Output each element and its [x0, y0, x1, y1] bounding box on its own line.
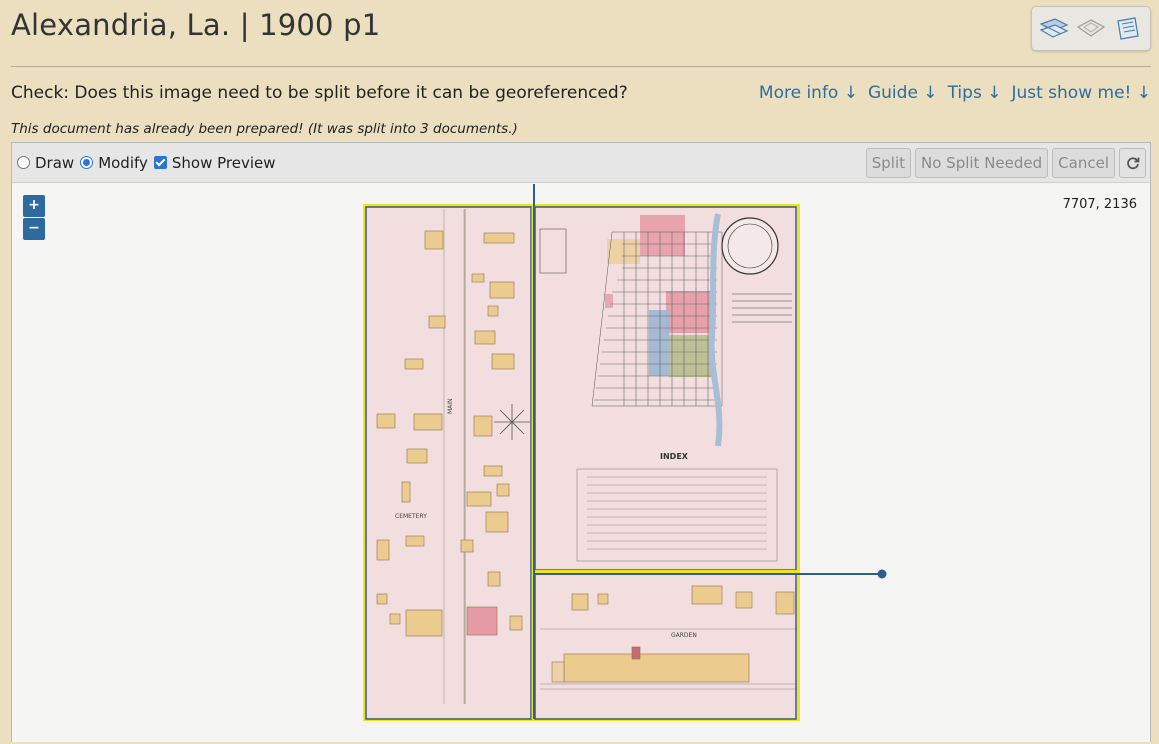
tips-link[interactable]: Tips ↓ [948, 83, 1002, 103]
index-title: INDEX [660, 452, 689, 461]
split-actions: Split No Split Needed Cancel [865, 148, 1146, 178]
map-canvas: MAIN CEMETERY INDEX GARDEN [363, 184, 887, 721]
guide-link[interactable]: Guide ↓ [868, 83, 938, 103]
garden-street-label: GARDEN [671, 632, 697, 639]
cancel-button[interactable]: Cancel [1052, 148, 1115, 178]
page-title: Alexandria, La. | 1900 p1 [11, 8, 381, 42]
modify-option[interactable]: Modify [80, 154, 148, 172]
show-preview-label: Show Preview [171, 153, 276, 172]
just-show-me-link[interactable]: Just show me! ↓ [1011, 83, 1151, 103]
split-line-vertex[interactable] [877, 569, 887, 579]
draw-label: Draw [35, 153, 75, 172]
show-preview-option[interactable]: Show Preview [153, 153, 276, 172]
split-button[interactable]: Split [865, 148, 912, 178]
cemetery-label: CEMETERY [395, 513, 427, 520]
more-info-link[interactable]: More info ↓ [759, 83, 858, 103]
view-mode-toolbar [1031, 6, 1151, 51]
map-viewer[interactable]: + − 7707, 2136 MAIN CEMETERY INDEX GARDE… [12, 184, 1150, 742]
refresh-button[interactable] [1119, 148, 1146, 178]
split-panel: Draw Modify Show Preview Split No Split … [11, 142, 1151, 742]
modify-label: Modify [98, 153, 148, 172]
draw-option[interactable]: Draw [17, 154, 74, 172]
help-links: More info ↓ Guide ↓ Tips ↓ Just show me!… [759, 83, 1151, 103]
mosaic-icon[interactable] [1111, 15, 1145, 43]
georeference-map-icon[interactable] [1074, 15, 1108, 43]
modify-radio[interactable] [80, 156, 94, 169]
map-sheet [364, 205, 799, 720]
split-map-icon[interactable] [1037, 15, 1071, 43]
draw-radio[interactable] [17, 156, 30, 169]
refresh-icon [1126, 157, 1139, 170]
no-split-needed-button[interactable]: No Split Needed [915, 148, 1049, 178]
show-preview-checkbox[interactable] [153, 156, 167, 169]
split-toolbar: Draw Modify Show Preview Split No Split … [12, 143, 1150, 183]
prepared-note: This document has already been prepared!… [11, 121, 518, 137]
header-divider [11, 66, 1151, 67]
split-question: Check: Does this image need to be split … [11, 83, 628, 103]
main-street-label: MAIN [447, 398, 454, 414]
